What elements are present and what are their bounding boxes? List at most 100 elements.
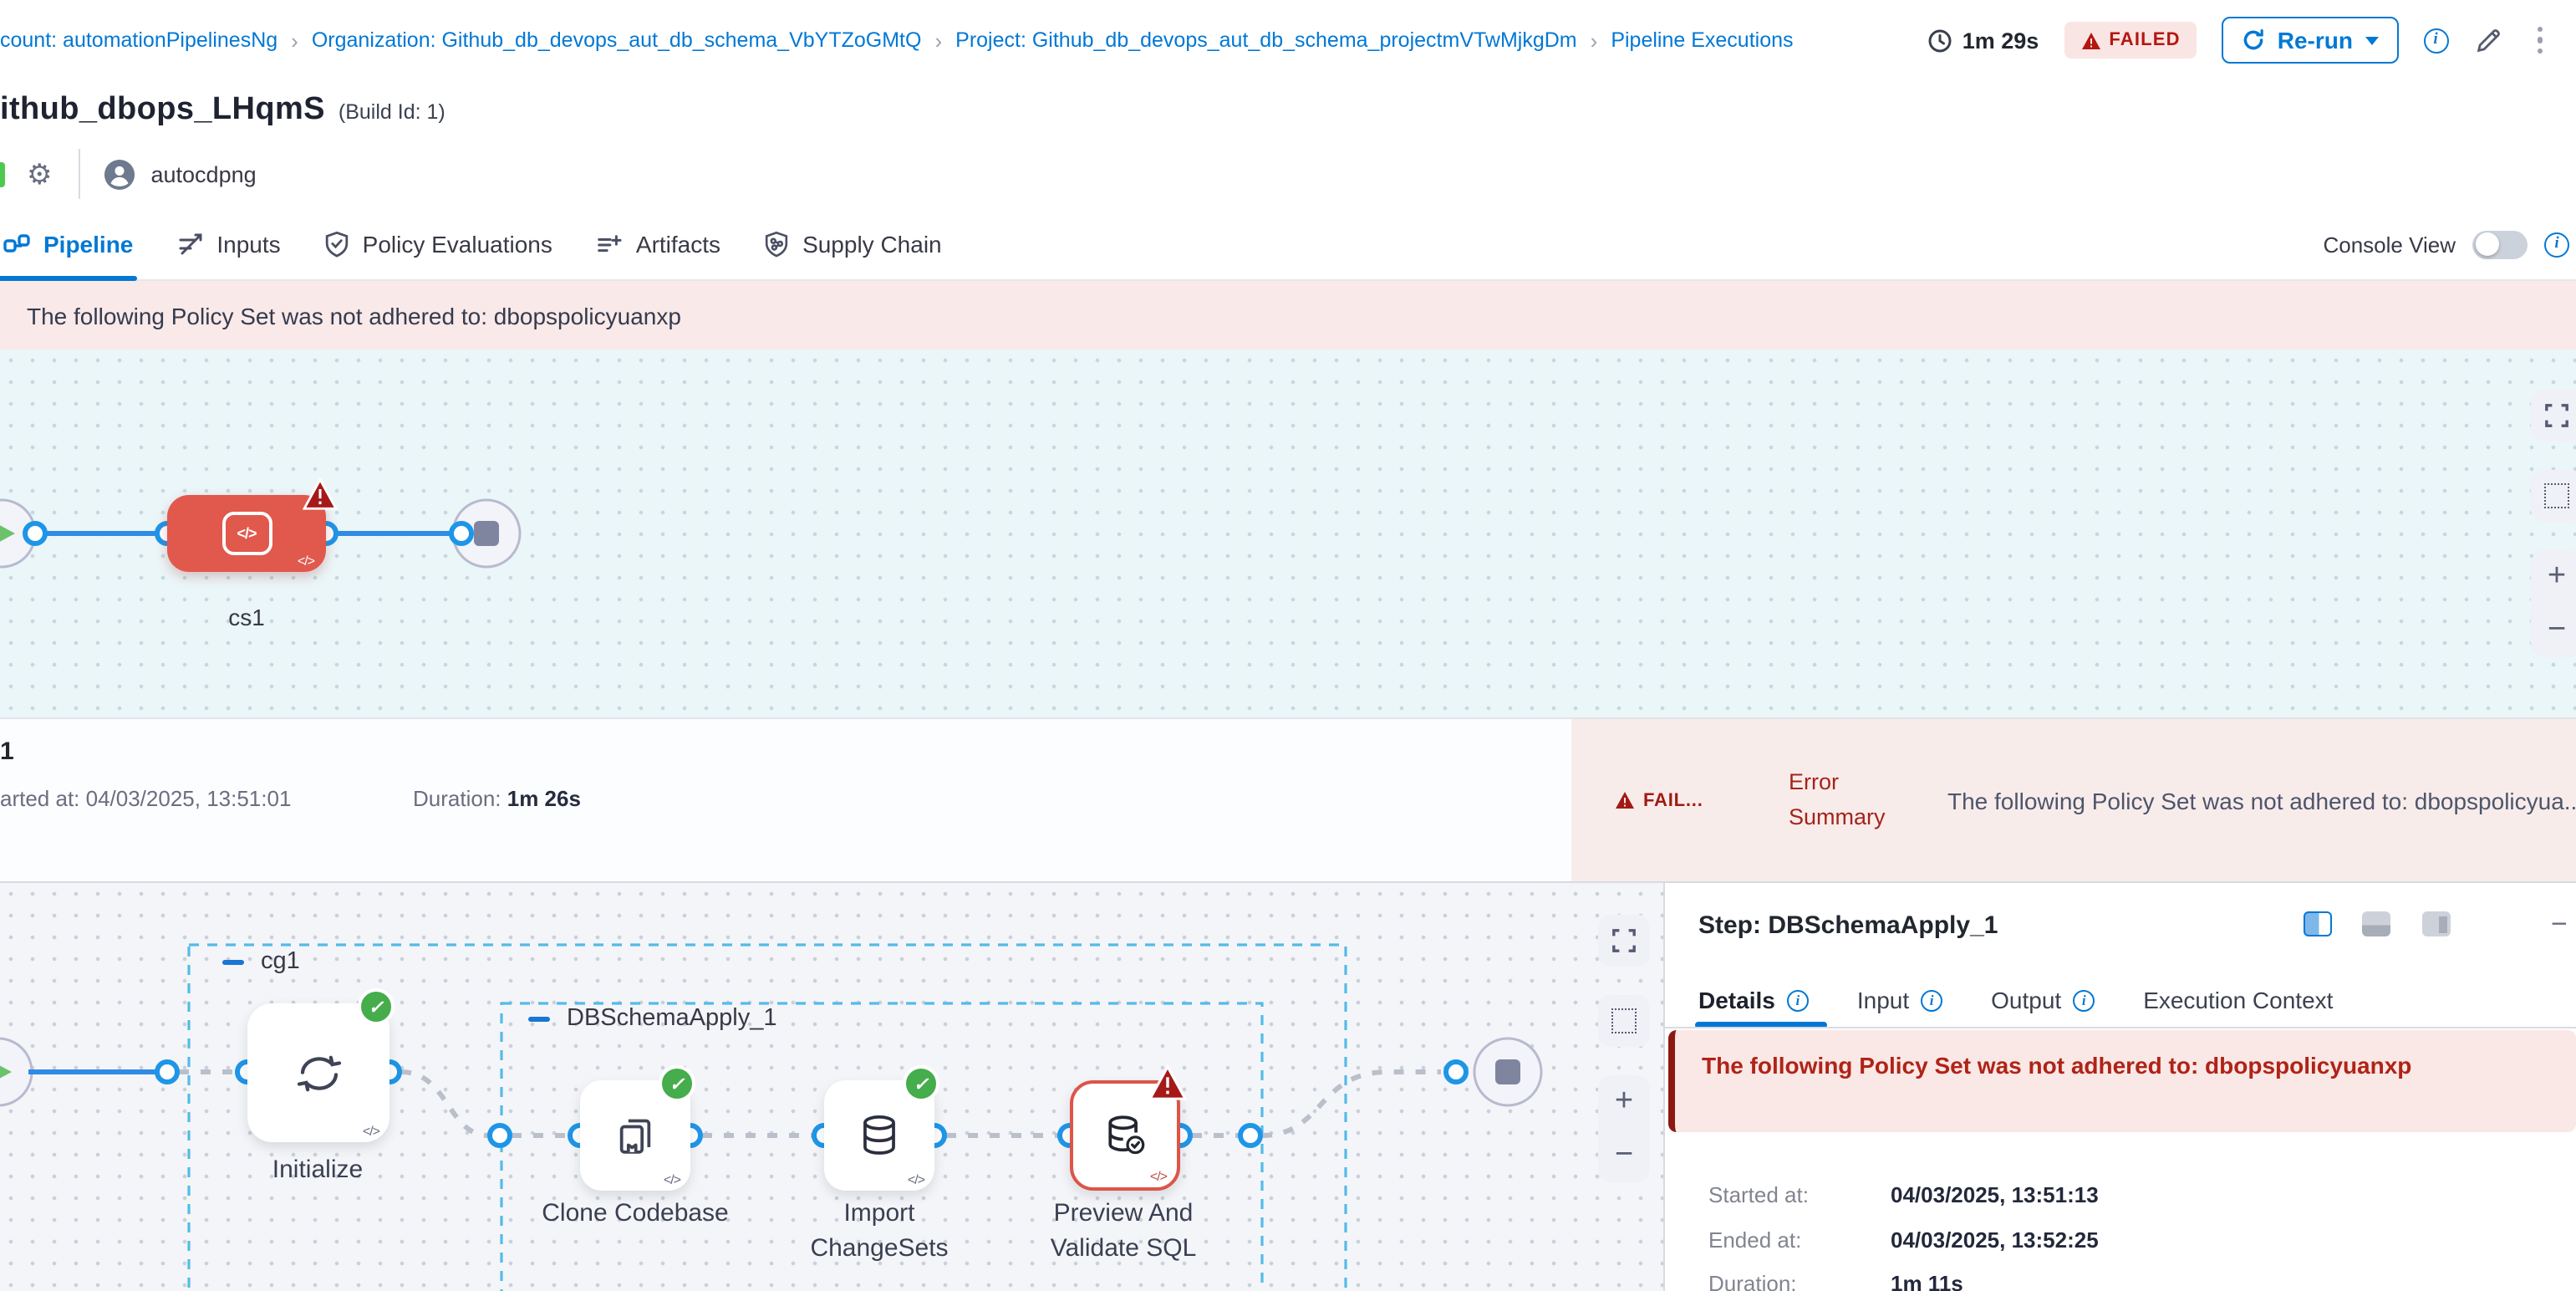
code-glyph: </> — [908, 1172, 924, 1187]
zoom-out-button[interactable]: − — [1598, 1129, 1650, 1182]
stage-summary-bar: 1 arted at: 04/03/2025, 13:51:01 Duratio… — [0, 717, 2576, 883]
triggered-by-user: autocdpng — [104, 158, 257, 190]
stage-duration: Duration: 1m 26s — [413, 786, 581, 811]
info-icon[interactable]: i — [1921, 989, 1942, 1011]
fullscreen-button[interactable] — [1598, 915, 1650, 967]
tab-input[interactable]: Input i — [1857, 987, 1942, 1013]
custom-stage-icon: </> — [221, 512, 272, 555]
step-error-message: The following Policy Set was not adhered… — [1668, 1030, 2576, 1132]
console-view-toggle[interactable] — [2472, 230, 2528, 258]
execution-tabs: Pipeline Inputs Policy Evaluations Artif… — [0, 209, 2576, 281]
codebase-icon — [612, 1112, 659, 1159]
layout-right-icon[interactable] — [2422, 911, 2451, 936]
divider — [79, 149, 81, 199]
panel-layout-switcher: − — [2304, 911, 2568, 936]
step-group-dbschemaapply: DBSchemaApply_1 — [528, 1005, 777, 1032]
more-options-icon[interactable] — [2527, 23, 2553, 58]
breadcrumb-organization[interactable]: Organization: Github_db_devops_aut_db_sc… — [312, 28, 922, 52]
step-label: Import ChangeSets — [776, 1196, 983, 1266]
chevron-down-icon — [2365, 36, 2378, 44]
clock-icon — [1927, 28, 1952, 53]
elapsed-time: 1m 29s — [1927, 28, 2039, 53]
layout-bottom-icon[interactable] — [2362, 911, 2390, 936]
stage-graph-controls: + − — [2531, 390, 2576, 657]
breadcrumb-account[interactable]: count: automationPipelinesNg — [0, 28, 277, 52]
fullscreen-icon — [1611, 928, 1637, 953]
info-icon[interactable]: i — [2544, 232, 2569, 257]
tab-artifacts[interactable]: Artifacts — [596, 231, 720, 258]
warning-triangle-icon — [1615, 791, 1635, 809]
zoom-in-button[interactable]: + — [1598, 1075, 1650, 1129]
stage-started-at: arted at: 04/03/2025, 13:51:01 — [0, 786, 291, 811]
chevron-separator-icon: › — [277, 28, 312, 53]
supply-chain-shield-icon — [764, 231, 789, 258]
step-detail-rows: Started at: 04/03/2025, 13:51:13 Ended a… — [1708, 1182, 2099, 1291]
step-node-clone-codebase[interactable]: </> ✓ — [580, 1080, 690, 1191]
tab-output[interactable]: Output i — [1991, 987, 2095, 1013]
edit-pencil-icon[interactable] — [2473, 26, 2502, 54]
execution-header: ithub_dbops_LHqmS (Build Id: 1) ⚙ autocd… — [0, 80, 2576, 209]
status-badge: FAILED — [2064, 22, 2197, 59]
marquee-select-button[interactable] — [2531, 470, 2576, 522]
info-icon[interactable]: i — [2073, 989, 2095, 1011]
execution-actions: 1m 29s FAILED Re-run i — [1927, 17, 2559, 64]
error-summary-label: Error Summary — [1789, 765, 1906, 835]
collapse-group-icon[interactable] — [528, 1016, 550, 1021]
shield-check-icon — [324, 231, 349, 258]
step-label: Initialize — [214, 1152, 421, 1187]
stage-name: 1 — [0, 737, 14, 766]
fullscreen-icon — [2544, 403, 2569, 428]
stage-node-label: cs1 — [167, 604, 326, 630]
divider — [1665, 1027, 2576, 1028]
collapse-group-icon[interactable] — [222, 959, 244, 964]
database-check-icon — [1102, 1112, 1148, 1159]
build-id: (Build Id: 1) — [339, 100, 445, 124]
failed-badge-icon — [303, 478, 338, 510]
zoom-in-button[interactable]: + — [2531, 550, 2576, 604]
zoom-out-button[interactable]: − — [2531, 604, 2576, 657]
stage-node-cs1[interactable]: </> </> — [167, 495, 326, 572]
database-icon — [856, 1112, 903, 1159]
stage-graph-connectors — [0, 350, 2576, 717]
info-icon[interactable]: i — [2423, 28, 2448, 53]
console-view-control: Console View i — [2323, 230, 2569, 258]
tab-supply-chain[interactable]: Supply Chain — [764, 231, 942, 258]
breadcrumb-pipeline-executions[interactable]: Pipeline Executions — [1611, 28, 1793, 52]
rerun-button[interactable]: Re-run — [2222, 17, 2398, 64]
pipeline-execution-page: count: automationPipelinesNg › Organizat… — [0, 0, 2576, 1291]
step-node-initialize[interactable]: </> ✓ — [247, 1003, 389, 1142]
gear-icon[interactable]: ⚙ — [27, 160, 53, 188]
layout-split-icon[interactable] — [2304, 911, 2332, 936]
step-graph-controls: + − — [1598, 915, 1650, 1182]
marquee-icon — [2544, 483, 2569, 508]
policy-violation-banner: The following Policy Set was not adhered… — [0, 281, 2576, 350]
detail-row-ended: Ended at: 04/03/2025, 13:52:25 — [1708, 1227, 2099, 1252]
refresh-icon — [2243, 28, 2266, 52]
minimize-panel-icon[interactable]: − — [2551, 916, 2568, 932]
success-badge-icon: ✓ — [903, 1065, 939, 1102]
tab-pipeline[interactable]: Pipeline — [3, 231, 133, 258]
fullscreen-button[interactable] — [2531, 390, 2576, 441]
failed-badge-icon — [1148, 1065, 1187, 1100]
detail-row-started: Started at: 04/03/2025, 13:51:13 — [1708, 1182, 2099, 1207]
breadcrumb-bar: count: automationPipelinesNg › Organizat… — [0, 0, 2576, 80]
code-glyph: </> — [1150, 1169, 1167, 1184]
stage-graph-canvas[interactable]: </> </> cs1 + − — [0, 350, 2576, 717]
tab-details[interactable]: Details i — [1698, 987, 1809, 1013]
step-node-preview-validate-sql[interactable]: </> — [1070, 1080, 1180, 1191]
tab-execution-context[interactable]: Execution Context — [2143, 987, 2333, 1013]
tab-policy-evaluations[interactable]: Policy Evaluations — [324, 231, 552, 258]
tab-inputs[interactable]: Inputs — [176, 231, 280, 258]
info-icon[interactable]: i — [1787, 989, 1809, 1011]
page-title: ithub_dbops_LHqmS — [0, 92, 325, 129]
marquee-select-button[interactable] — [1598, 995, 1650, 1047]
step-details-panel: Step: DBSchemaApply_1 − Details i Input … — [1665, 883, 2576, 1291]
step-node-import-changesets[interactable]: </> ✓ — [824, 1080, 934, 1191]
breadcrumb: count: automationPipelinesNg › Organizat… — [0, 28, 1794, 53]
code-glyph: </> — [298, 554, 314, 569]
step-panel-tabs: Details i Input i Output i Execution Con… — [1698, 987, 2333, 1013]
pipeline-icon — [3, 231, 30, 258]
breadcrumb-project[interactable]: Project: Github_db_devops_aut_db_schema_… — [955, 28, 1576, 52]
fail-chip: FAIL... — [1615, 790, 1735, 810]
step-graph-canvas[interactable]: cg1 DBSchemaApply_1 </> ✓ Initialize </>… — [0, 883, 1665, 1291]
